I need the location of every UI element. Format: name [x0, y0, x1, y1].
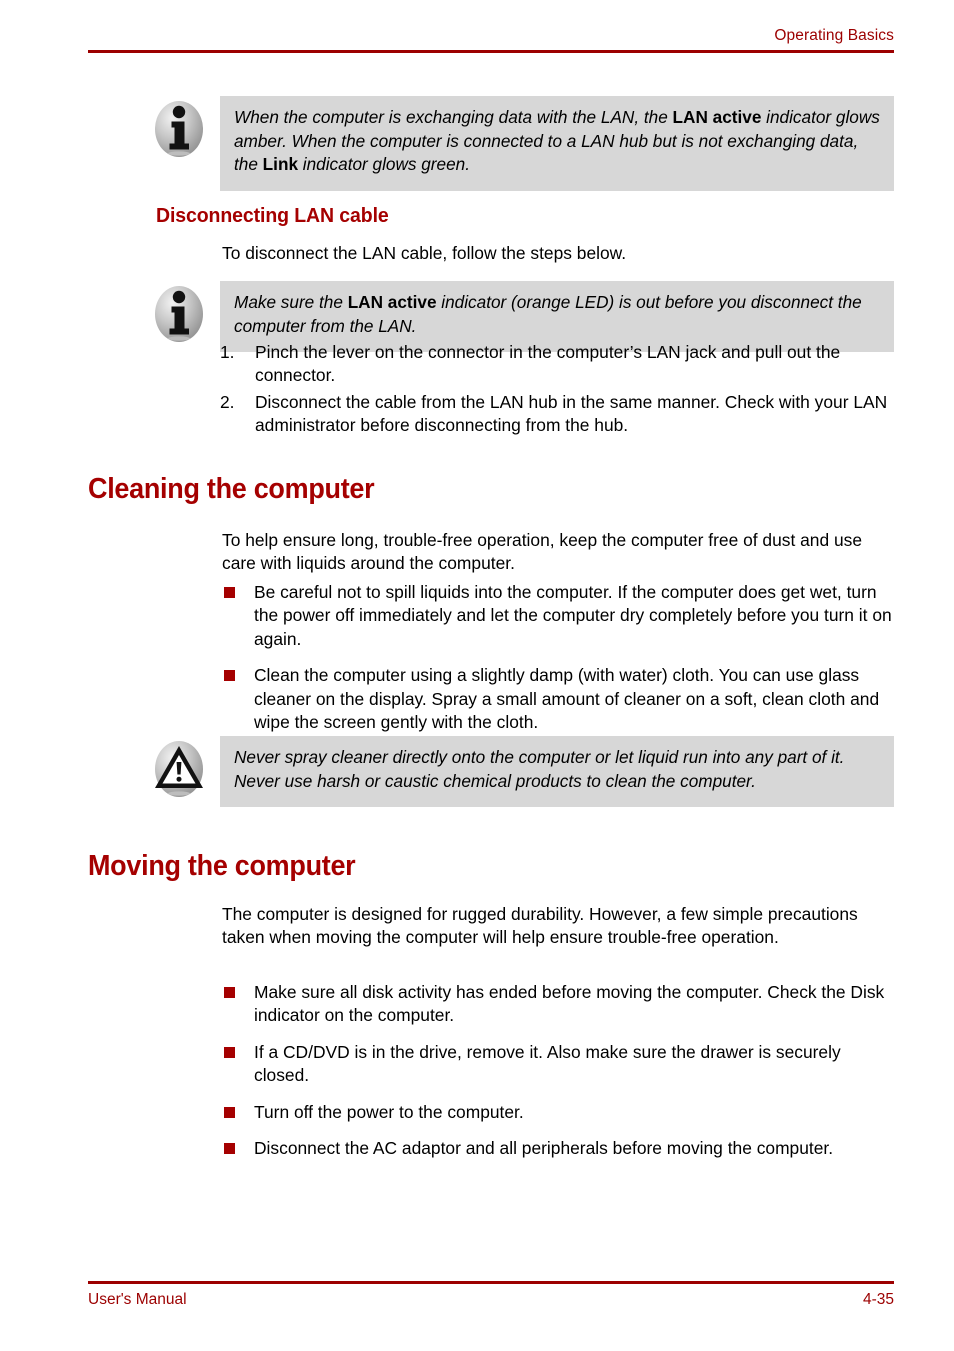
info-icon: [148, 283, 210, 345]
note-run: When the computer is exchanging data wit…: [234, 107, 673, 127]
note-text: Never spray cleaner directly onto the co…: [234, 746, 880, 793]
bullet-square-icon: [224, 1106, 235, 1118]
info-icon: [148, 98, 210, 160]
paragraph-moving-intro: The computer is designed for rugged dura…: [222, 904, 858, 948]
paragraph-cleaning-intro: To help ensure long, trouble-free operat…: [222, 530, 862, 574]
header-title: Operating Basics: [774, 27, 894, 44]
bullet-square-icon: [224, 987, 235, 998]
note-emphasis: LAN active: [672, 107, 762, 127]
heading-disconnecting-lan-cable: Disconnecting LAN cable: [156, 204, 389, 227]
manual-page: Operating Basics When the computer is ex…: [0, 0, 954, 1351]
list-item-text: Make sure all disk activity has ended be…: [254, 982, 885, 1026]
note-text: Make sure the LAN active indicator (oran…: [234, 291, 880, 338]
bullet-list-item: Turn off the power to the computer.: [222, 1101, 900, 1124]
bullet-list-item: If a CD/DVD is in the drive, remove it. …: [222, 1041, 900, 1088]
note-run: indicator glows green.: [298, 154, 470, 174]
bullet-list-item: Disconnect the AC adaptor and all periph…: [222, 1137, 900, 1160]
list-item-text: Disconnect the AC adaptor and all periph…: [254, 1138, 834, 1159]
footer-rule: [88, 1281, 894, 1284]
list-item-number: 1.: [220, 342, 235, 362]
heading-cleaning-the-computer: Cleaning the computer: [88, 473, 375, 505]
note-emphasis: Link: [262, 154, 299, 174]
note-text: When the computer is exchanging data wit…: [234, 106, 880, 177]
caution-icon: [148, 738, 210, 800]
header-rule: [88, 50, 894, 53]
footer-page-number: 4-35: [862, 1291, 894, 1308]
bullet-square-icon: [224, 587, 235, 598]
paragraph-disconnecting-lan-intro: To disconnect the LAN cable, follow the …: [222, 243, 627, 263]
page-header: Operating Basics: [88, 26, 894, 53]
list-item-text: Clean the computer using a slightly damp…: [254, 665, 880, 733]
ordered-list-item: 2. Disconnect the cable from the LAN hub …: [220, 391, 900, 438]
ordered-list-item: 1. Pinch the lever on the connector in th…: [220, 341, 900, 388]
list-item-text: Disconnect the cable from the LAN hub in…: [255, 391, 888, 436]
bullet-list-item: Make sure all disk activity has ended be…: [222, 981, 900, 1028]
list-item-number: 2.: [220, 391, 235, 412]
heading-moving-the-computer: Moving the computer: [88, 850, 356, 882]
note-box: Never spray cleaner directly onto the co…: [220, 736, 894, 807]
list-item-text: Turn off the power to the computer.: [254, 1101, 524, 1122]
bullet-square-icon: [224, 1143, 235, 1155]
list-item-text: If a CD/DVD is in the drive, remove it. …: [254, 1041, 841, 1086]
footer-manual-label: User's Manual: [88, 1291, 187, 1308]
bullet-list-item: Clean the computer using a slightly damp…: [222, 664, 900, 734]
bullet-square-icon: [224, 1046, 235, 1058]
bullet-list-cleaning: Be careful not to spill liquids into the…: [222, 581, 900, 734]
note-emphasis: LAN active: [347, 292, 437, 312]
list-item-text: Pinch the lever on the connector in the …: [255, 342, 841, 386]
note-run: Never spray cleaner directly onto the co…: [234, 747, 845, 791]
bullet-list-moving: Make sure all disk activity has ended be…: [222, 981, 900, 1160]
bullet-list-item: Be careful not to spill liquids into the…: [222, 581, 900, 651]
note-run: Make sure the: [234, 292, 348, 312]
page-footer: User's Manual 4-35: [88, 1281, 894, 1309]
list-item-text: Be careful not to spill liquids into the…: [254, 582, 892, 649]
note-box: When the computer is exchanging data wit…: [220, 96, 894, 191]
ordered-list-disconnect-steps: 1. Pinch the lever on the connector in th…: [220, 341, 900, 441]
bullet-square-icon: [224, 670, 235, 682]
